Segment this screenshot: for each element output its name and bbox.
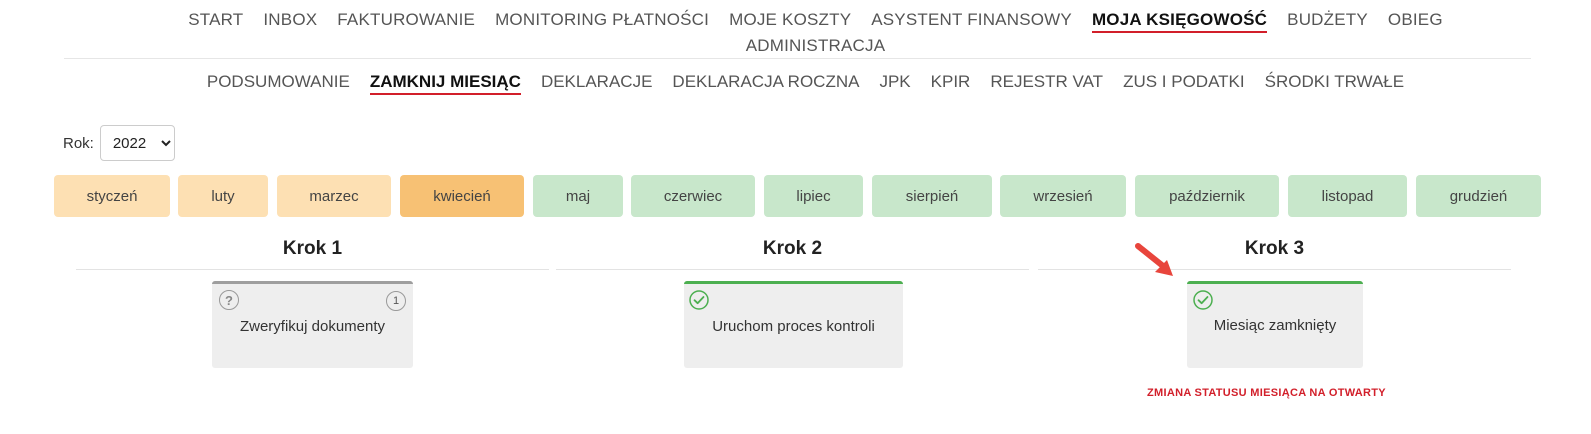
nav-item-start[interactable]: START [188, 10, 243, 33]
nav-item-budzety[interactable]: BUDŻETY [1287, 10, 1368, 33]
month-tile-czerwiec[interactable]: czerwiec [631, 175, 755, 217]
step-1-card[interactable]: ? 1 Zweryfikuj dokumenty [212, 281, 413, 368]
nav-item-fakturowanie[interactable]: FAKTUROWANIE [337, 10, 475, 33]
nav-item-administracja[interactable]: ADMINISTRACJA [746, 36, 886, 56]
year-selector: Rok: 2022 [63, 125, 175, 161]
main-nav-row-2: ADMINISTRACJA [0, 36, 1591, 56]
check-icon [689, 290, 709, 310]
step-2-title: Krok 2 [762, 238, 823, 259]
year-select[interactable]: 2022 [99, 125, 175, 161]
subnav-item-jpk[interactable]: JPK [879, 72, 910, 95]
subnav-item-srodki-trwale[interactable]: ŚRODKI TRWAŁE [1265, 72, 1405, 95]
step-3-divider [1038, 269, 1511, 270]
month-tile-wrzesien[interactable]: wrzesień [1000, 175, 1126, 217]
subnav-item-deklaracja-roczna[interactable]: DEKLARACJA ROCZNA [672, 72, 859, 95]
step-3-status-bar [1187, 281, 1363, 284]
step-1-card-label: Zweryfikuj dokumenty [239, 318, 386, 335]
subnav-item-rejestr-vat[interactable]: REJESTR VAT [990, 72, 1103, 95]
nav-divider [64, 58, 1531, 59]
year-label: Rok: [63, 134, 94, 152]
month-tile-grudzien[interactable]: grudzień [1416, 175, 1541, 217]
month-tile-luty[interactable]: luty [178, 175, 268, 217]
month-tile-pazdziernik[interactable]: październik [1135, 175, 1279, 217]
step-3-card[interactable]: Miesiąc zamknięty [1187, 281, 1363, 368]
step-2-card[interactable]: Uruchom proces kontroli [684, 281, 903, 368]
subnav-item-kpir[interactable]: KPIR [931, 72, 971, 95]
step-1-title: Krok 1 [282, 238, 343, 259]
annotation-arrow-icon [1135, 243, 1173, 276]
check-icon [1193, 290, 1213, 310]
nav-item-monitoring-platnosci[interactable]: MONITORING PŁATNOŚCI [495, 10, 709, 33]
month-tile-styczen[interactable]: styczeń [54, 175, 170, 217]
month-tile-kwiecien[interactable]: kwiecień [400, 175, 524, 217]
step-2-status-bar [684, 281, 903, 284]
month-tile-sierpien[interactable]: sierpień [872, 175, 992, 217]
subnav-item-zus-i-podatki[interactable]: ZUS I PODATKI [1123, 72, 1245, 95]
month-tile-listopad[interactable]: listopad [1288, 175, 1407, 217]
step-3-title: Krok 3 [1244, 238, 1305, 259]
subnav-item-deklaracje[interactable]: DEKLARACJE [541, 72, 652, 95]
question-icon: ? [219, 290, 239, 310]
nav-item-inbox[interactable]: INBOX [263, 10, 317, 33]
month-tile-maj[interactable]: maj [533, 175, 623, 217]
reopen-month-link[interactable]: ZMIANA STATUSU MIESIĄCA NA OTWARTY [1147, 387, 1386, 399]
step-1-status-bar [212, 281, 413, 284]
month-tiles: styczeń luty marzec kwiecień maj czerwie… [0, 175, 1591, 217]
subnav-item-podsumowanie[interactable]: PODSUMOWANIE [207, 72, 350, 95]
step-3-card-label: Miesiąc zamknięty [1213, 317, 1337, 334]
nav-item-obieg[interactable]: OBIEG [1388, 10, 1443, 33]
nav-item-moja-ksiegowosc[interactable]: MOJA KSIĘGOWOŚĆ [1091, 10, 1268, 33]
main-nav-row-1: START INBOX FAKTUROWANIE MONITORING PŁAT… [0, 10, 1591, 33]
step-1-count-badge: 1 [386, 291, 406, 311]
nav-item-moje-koszty[interactable]: MOJE KOSZTY [729, 10, 851, 33]
month-tile-marzec[interactable]: marzec [277, 175, 391, 217]
sub-nav: PODSUMOWANIE ZAMKNIJ MIESIĄC DEKLARACJE … [0, 72, 1591, 95]
step-1-divider [76, 269, 549, 270]
step-2-divider [556, 269, 1029, 270]
month-tile-lipiec[interactable]: lipiec [764, 175, 863, 217]
step-2-card-label: Uruchom proces kontroli [712, 318, 875, 335]
nav-item-asystent-finansowy[interactable]: ASYSTENT FINANSOWY [871, 10, 1072, 33]
subnav-item-zamknij-miesiac[interactable]: ZAMKNIJ MIESIĄC [369, 72, 521, 95]
